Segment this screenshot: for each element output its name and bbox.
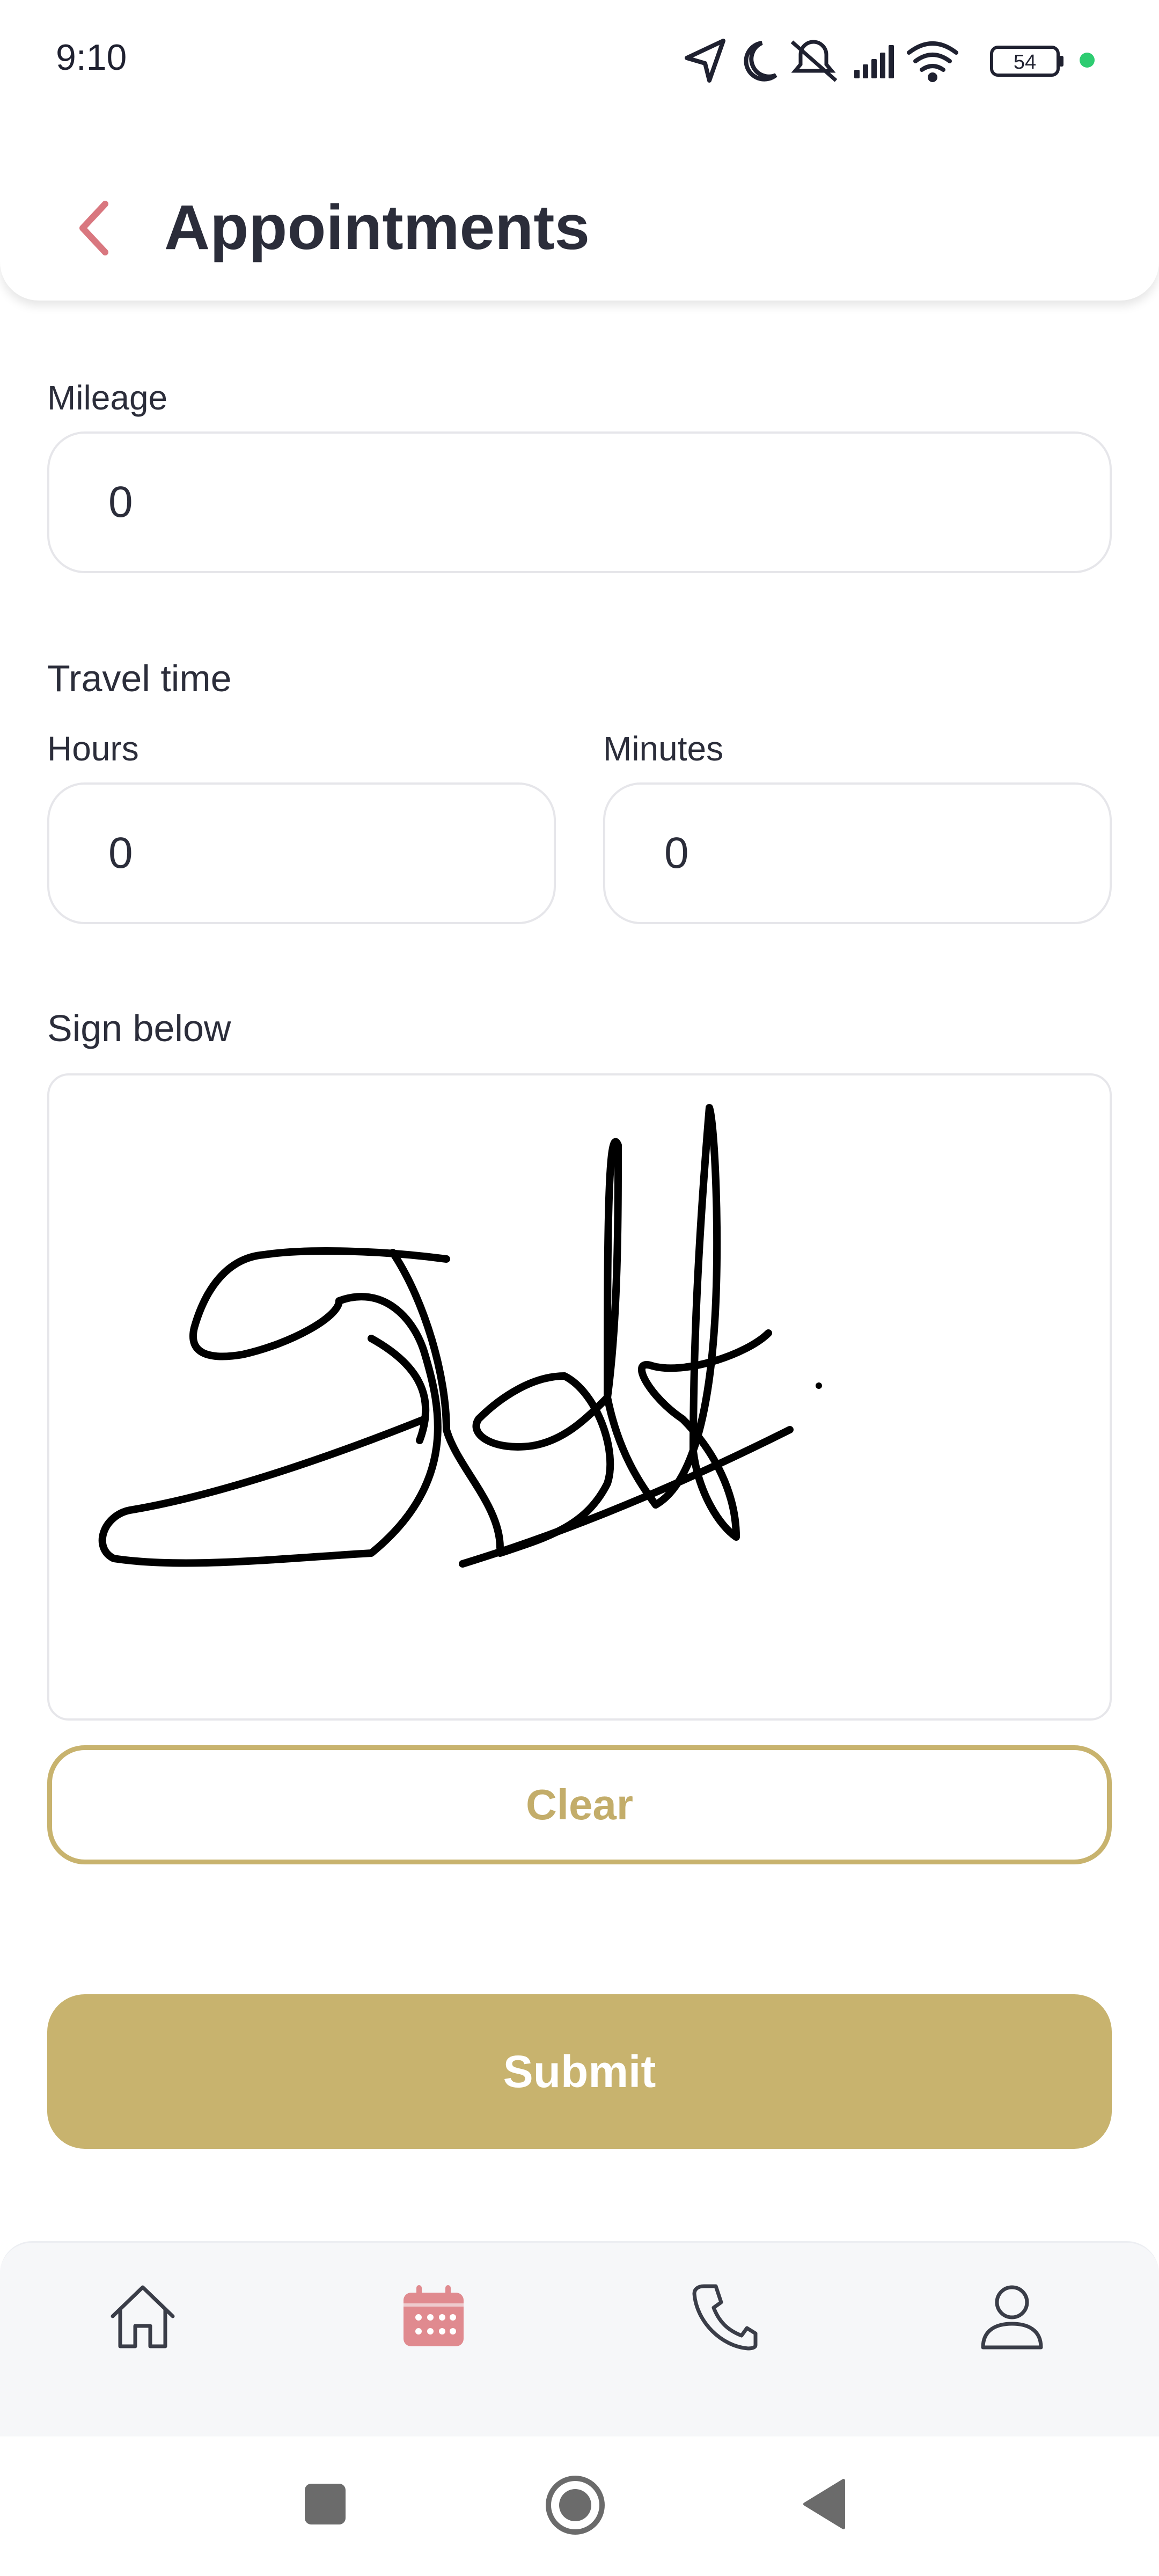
hours-label: Hours: [47, 729, 139, 768]
phone-icon: [692, 2284, 758, 2351]
nav-calls[interactable]: [672, 2263, 779, 2370]
back-button[interactable]: [64, 193, 123, 263]
status-dot: [1080, 53, 1095, 68]
chevron-left-icon: [79, 201, 108, 255]
battery-icon: 54: [990, 46, 1063, 77]
user-icon: [981, 2285, 1043, 2350]
clear-button[interactable]: Clear: [47, 1745, 1112, 1864]
moon-icon: [744, 41, 777, 82]
hours-input[interactable]: 0: [47, 782, 556, 924]
home-button[interactable]: [544, 2474, 606, 2536]
signature-pad[interactable]: [47, 1073, 1112, 1721]
minutes-input[interactable]: 0: [603, 782, 1112, 924]
bell-off-icon: [790, 40, 838, 82]
nav-home[interactable]: [89, 2263, 196, 2370]
mileage-input[interactable]: 0: [47, 431, 1112, 573]
home-icon: [111, 2285, 175, 2348]
minutes-value: 0: [664, 829, 689, 877]
back-system-button[interactable]: [801, 2477, 849, 2531]
travel-time-label: Travel time: [47, 657, 232, 699]
status-time: 9:10: [56, 37, 127, 78]
page-title: Appointments: [164, 192, 590, 263]
nav-profile[interactable]: [958, 2263, 1066, 2370]
minutes-label: Minutes: [603, 729, 724, 768]
svg-text:54: 54: [1014, 51, 1036, 74]
recents-square-icon: [305, 2484, 346, 2524]
mileage-label: Mileage: [47, 378, 168, 417]
home-circle-icon: [546, 2476, 605, 2535]
signal-icon: [854, 45, 894, 78]
nav-appointments[interactable]: [380, 2263, 487, 2370]
status-icons: 54: [681, 34, 1100, 86]
signature-label: Sign below: [47, 1007, 231, 1049]
mileage-value: 0: [108, 478, 133, 526]
wifi-icon: [907, 41, 958, 82]
calendar-icon: [404, 2285, 464, 2346]
submit-button[interactable]: Submit: [47, 1994, 1112, 2149]
back-triangle-icon: [803, 2479, 845, 2529]
signature-drawing: [98, 1104, 822, 1568]
recents-button[interactable]: [304, 2483, 347, 2526]
location-icon: [685, 39, 725, 83]
hours-value: 0: [108, 829, 133, 877]
